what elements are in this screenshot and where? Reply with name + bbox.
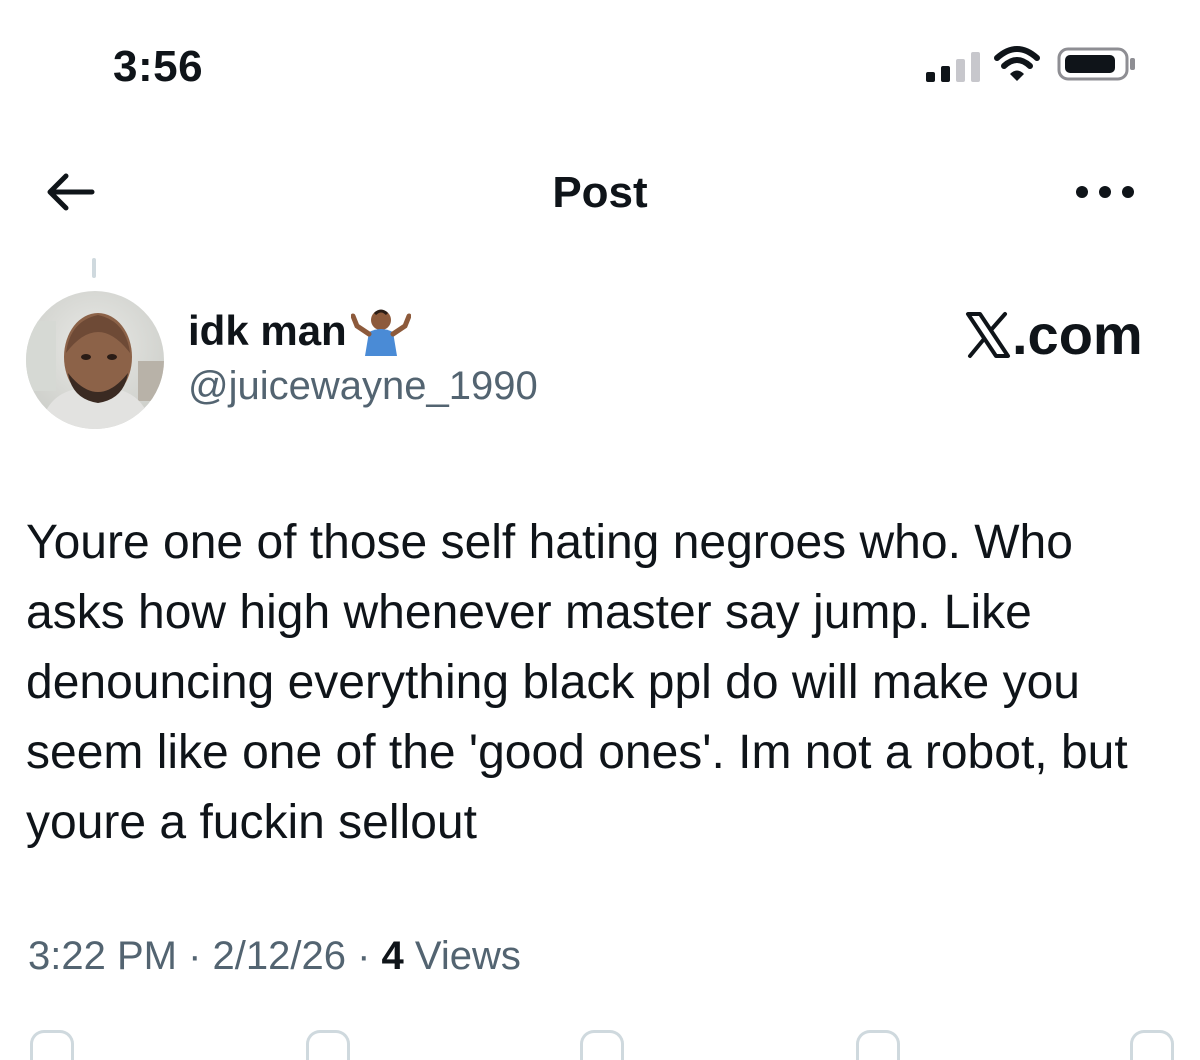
like-icon[interactable]: [580, 1030, 624, 1060]
author-display-name[interactable]: idk man: [188, 306, 411, 356]
more-icon[interactable]: [1074, 180, 1136, 204]
repost-icon[interactable]: [306, 1030, 350, 1060]
post-date[interactable]: 2/12/26: [213, 934, 346, 978]
x-logo-icon: [966, 311, 1010, 358]
post-time[interactable]: 3:22 PM: [28, 934, 177, 978]
battery-icon: [1057, 47, 1135, 81]
views-label: Views: [403, 934, 521, 978]
post-meta: 3:22 PM · 2/12/26 · 4 Views: [28, 934, 521, 979]
page-title: Post: [552, 168, 648, 217]
post-body-text: Youre one of those self hating negroes w…: [26, 516, 1128, 849]
shrug-emoji: [350, 309, 411, 356]
author-handle[interactable]: @juicewayne_1990: [188, 364, 538, 409]
watermark-text: .com: [1012, 303, 1143, 366]
signal-icon: [926, 52, 980, 82]
author-name-label: idk man: [188, 307, 347, 354]
wifi-icon: [994, 46, 1040, 81]
meta-separator: ·: [176, 934, 213, 978]
x-com-watermark: .com: [965, 302, 1143, 367]
thread-line: [92, 258, 96, 278]
avatar[interactable]: [26, 291, 164, 429]
share-icon[interactable]: [1130, 1030, 1174, 1060]
meta-separator: ·: [345, 934, 382, 978]
views-count: 4: [381, 934, 404, 978]
bookmark-icon[interactable]: [856, 1030, 900, 1060]
reply-icon[interactable]: [30, 1030, 74, 1060]
status-time: 3:56: [113, 42, 204, 91]
action-bar: [0, 1020, 1200, 1060]
